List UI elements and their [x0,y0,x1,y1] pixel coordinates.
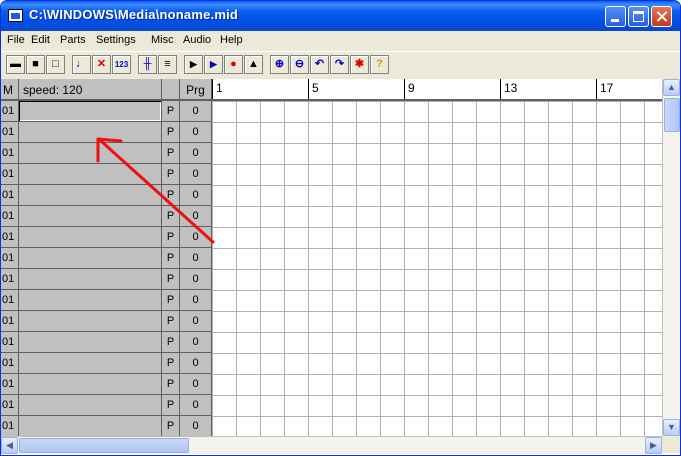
redo-icon[interactable]: ↷ [330,55,349,74]
toolbar: ▬ ■ □ ♩ ✕ 123 ╫ ≡ ▶ ▶ ● ▲ ⊕ ⊖ ↶ ↷ ✱ ? [1,53,680,77]
save-icon[interactable]: ■ [26,55,45,74]
undo-icon[interactable]: ↶ [310,55,329,74]
help-icon[interactable]: ? [370,55,389,74]
menu-bar: File Edit Parts Settings Misc Audio Help [1,31,680,52]
zoom-in-icon[interactable]: ⊕ [270,55,289,74]
menu-help[interactable]: Help [220,34,243,46]
notes-icon[interactable]: ♩ [72,55,91,74]
list-icon[interactable]: ≡ [158,55,177,74]
metronome-icon[interactable]: ▲ [244,55,263,74]
app-icon[interactable] [8,9,23,22]
menu-file[interactable]: File [7,34,25,46]
play-from-icon[interactable]: ▶ [204,55,223,74]
menu-audio[interactable]: Audio [183,34,211,46]
new-icon[interactable]: □ [46,55,65,74]
cut-notes-icon[interactable]: ✕ [92,55,111,74]
title-bar: C:\WINDOWS\Media\noname.mid [1,1,680,31]
menu-misc[interactable]: Misc [151,34,174,46]
menu-edit[interactable]: Edit [31,34,50,46]
number-icon[interactable]: 123 [112,55,131,74]
annotation-arrow-icon [96,137,215,244]
maximize-button[interactable] [628,6,649,27]
menu-settings[interactable]: Settings [96,34,136,46]
record-icon[interactable]: ● [224,55,243,74]
zoom-out-icon[interactable]: ⊖ [290,55,309,74]
window-title: C:\WINDOWS\Media\noname.mid [29,7,239,22]
minimize-button[interactable] [605,6,626,27]
track-grid: M speed: 120 Prg 1 5 9 13 17 01 P 0 01 P 0 01 P… [1,79,680,455]
grid-icon[interactable]: ╫ [138,55,157,74]
delete-icon[interactable]: ✱ [350,55,369,74]
open-icon[interactable]: ▬ [6,55,25,74]
close-button[interactable] [651,6,672,27]
app-window: C:\WINDOWS\Media\noname.mid File Edit Pa… [0,0,681,456]
play-icon[interactable]: ▶ [184,55,203,74]
menu-parts[interactable]: Parts [60,34,86,46]
